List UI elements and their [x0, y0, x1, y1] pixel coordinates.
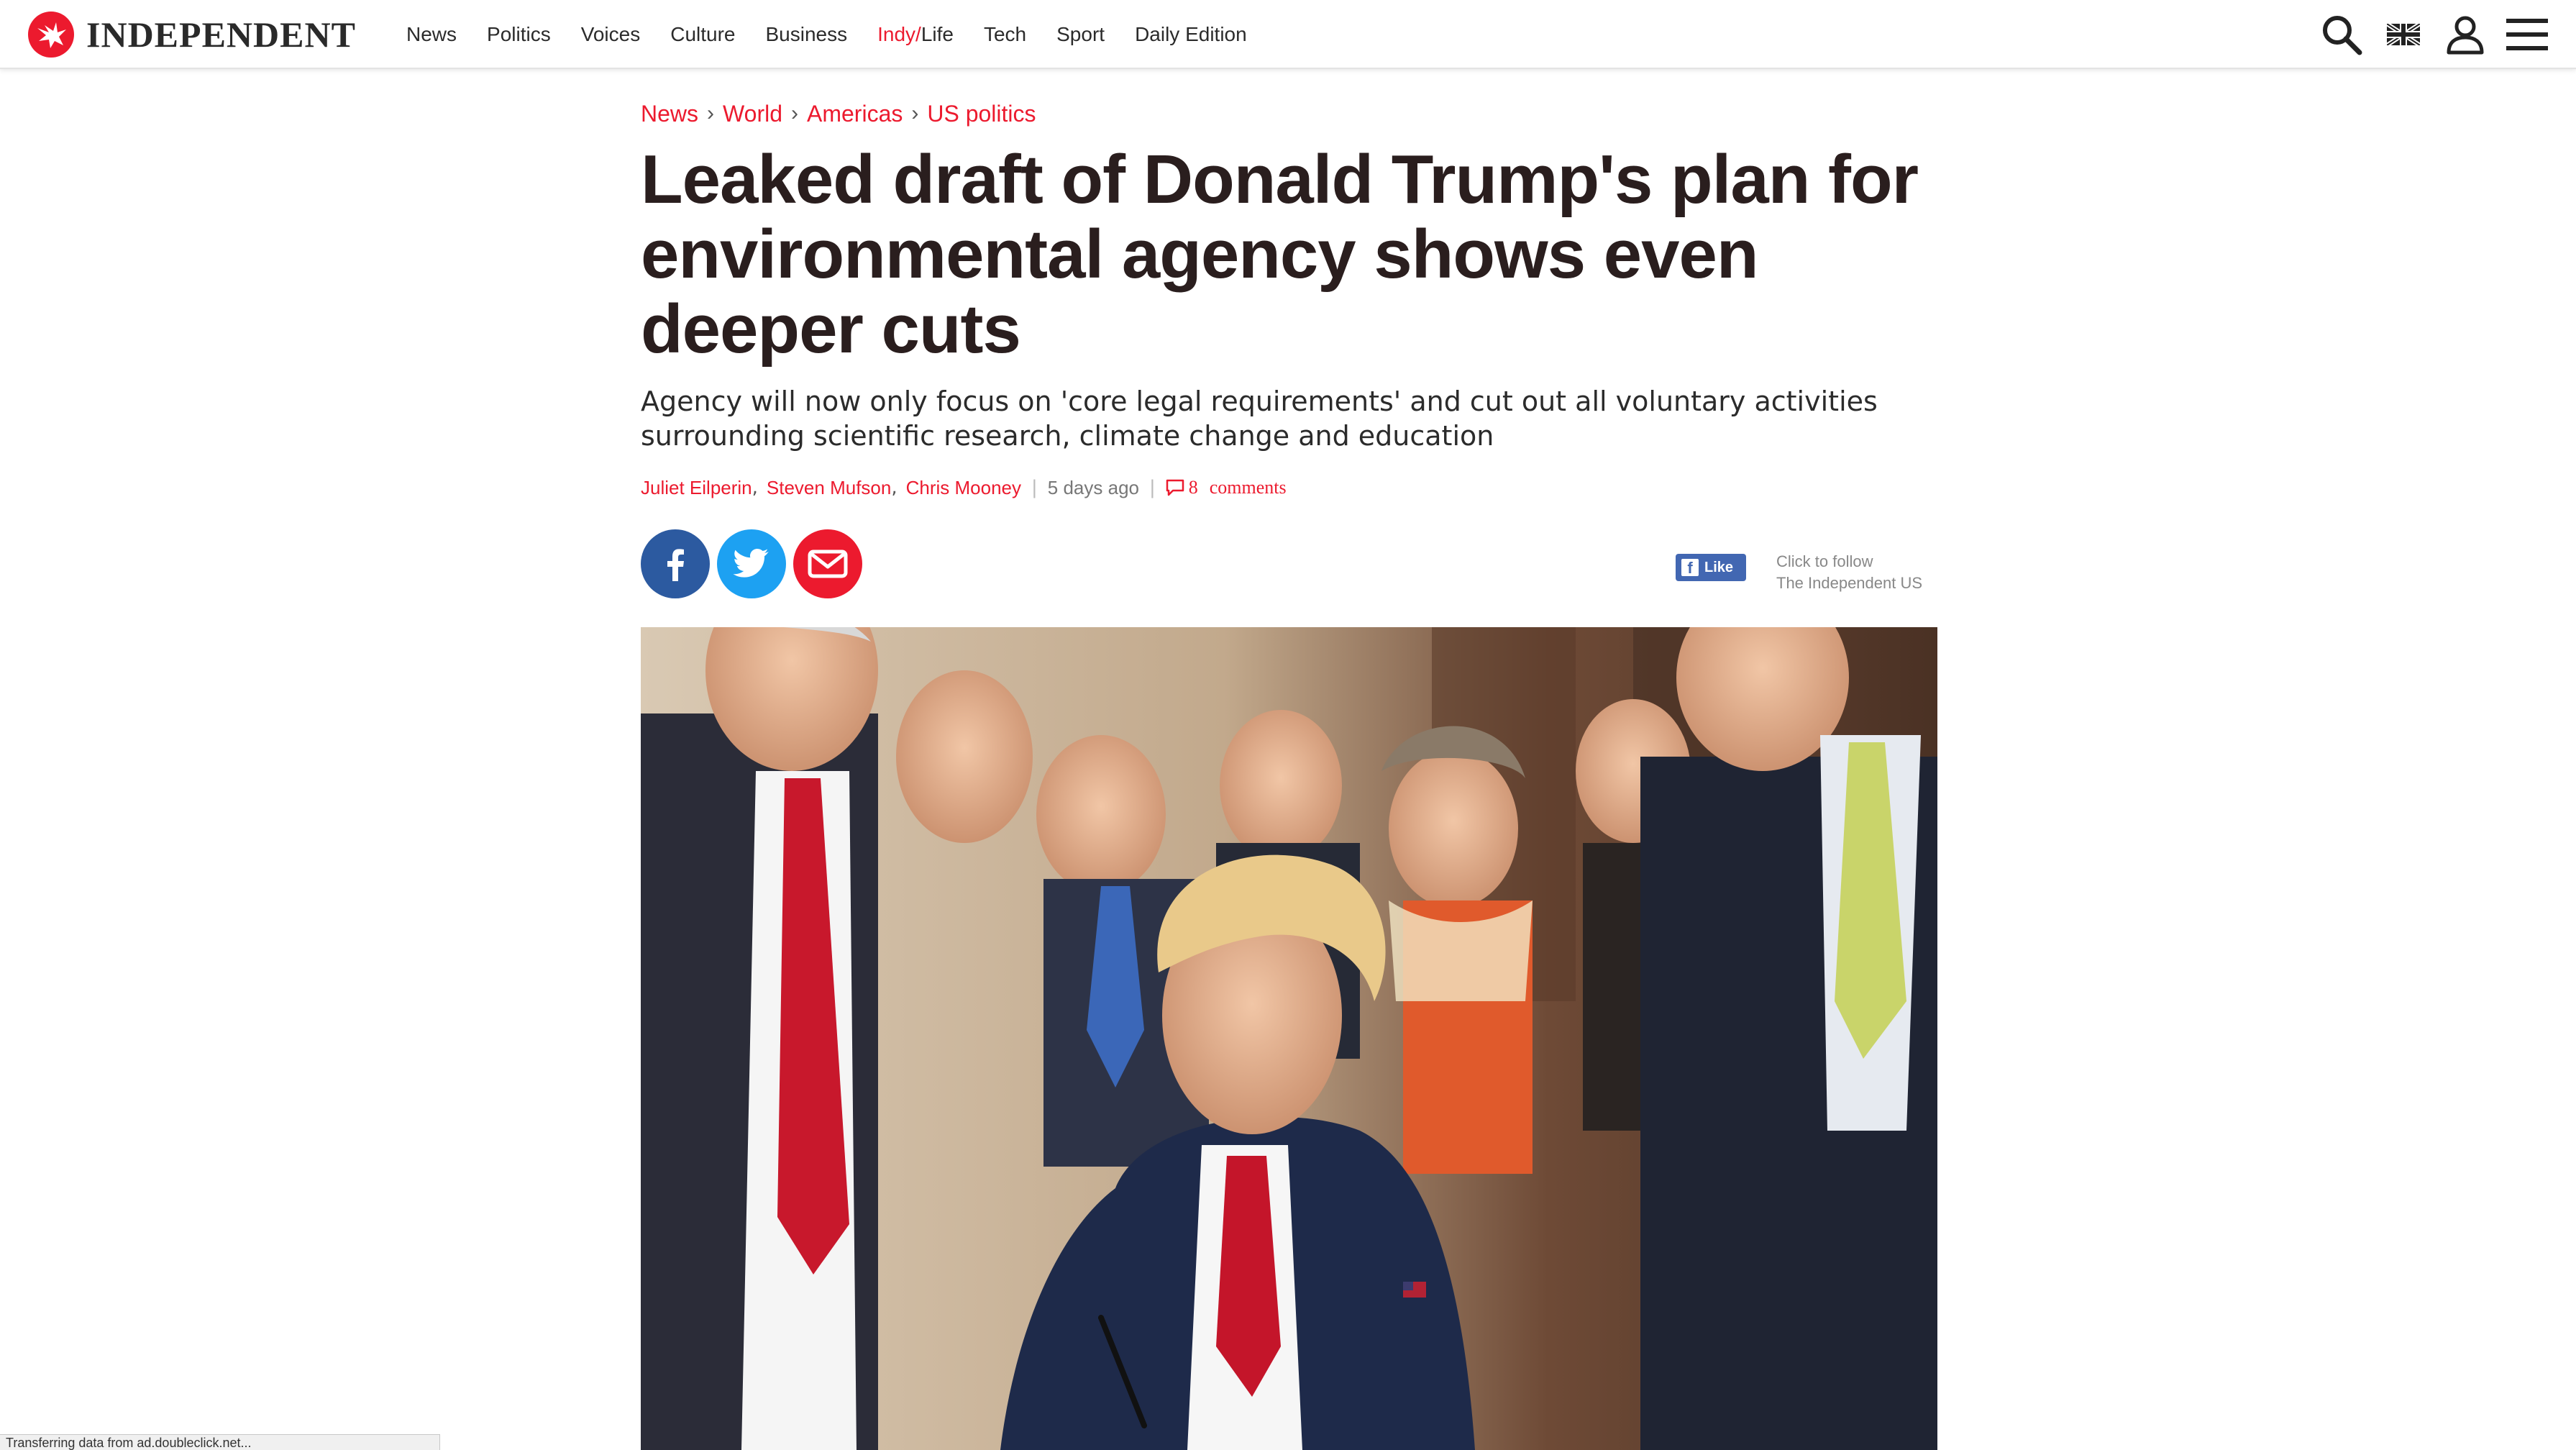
facebook-share-button[interactable] — [641, 529, 710, 598]
meta-divider: | — [1149, 477, 1156, 498]
nav-item-news[interactable]: News — [406, 0, 457, 69]
breadcrumb-news[interactable]: News — [641, 101, 698, 127]
comments-count: 8 — [1188, 477, 1198, 498]
follow-text: Click to follow The Independent US — [1776, 551, 1922, 594]
nav-item-tech[interactable]: Tech — [984, 0, 1026, 69]
nav-item-daily-edition[interactable]: Daily Edition — [1135, 0, 1247, 69]
account-button[interactable] — [2442, 12, 2488, 58]
nav-indy-prefix: Indy/ — [877, 23, 921, 45]
breadcrumb-separator: › — [911, 101, 919, 125]
breadcrumb-americas[interactable]: Americas — [807, 101, 903, 127]
breadcrumb-separator: › — [707, 101, 715, 125]
main-nav: News Politics Voices Culture Business In… — [406, 0, 1277, 69]
browser-status-bar: Transferring data from ad.doubleclick.ne… — [0, 1434, 440, 1450]
follow-line-1: Click to follow — [1776, 552, 1873, 570]
comment-bubble-icon — [1166, 479, 1184, 496]
user-icon — [2447, 16, 2484, 55]
site-logo[interactable]: INDEPENDENT — [27, 11, 356, 58]
nav-item-politics[interactable]: Politics — [487, 0, 551, 69]
envelope-icon — [808, 550, 848, 578]
nav-life-suffix: Life — [921, 23, 954, 45]
nav-item-sport[interactable]: Sport — [1056, 0, 1105, 69]
publish-time: 5 days ago — [1047, 476, 1139, 498]
share-row: f Like Click to follow The Independent U… — [641, 529, 1937, 598]
article-lead-image — [641, 627, 1937, 1450]
header-tools — [2303, 0, 2550, 69]
author-comma: , — [891, 477, 898, 498]
uk-flag-icon — [2387, 24, 2420, 45]
site-header: INDEPENDENT News Politics Voices Culture… — [0, 0, 2576, 69]
nav-item-culture[interactable]: Culture — [670, 0, 735, 69]
search-button[interactable] — [2319, 12, 2365, 58]
search-icon — [2323, 16, 2362, 55]
facebook-f-icon: f — [1681, 559, 1699, 577]
author-link[interactable]: Steven Mufson — [767, 477, 891, 499]
comments-label: comments — [1209, 477, 1287, 498]
like-label: Like — [1704, 559, 1734, 575]
comments-link[interactable]: 8 comments — [1166, 477, 1287, 498]
article: News › World › Americas › US politics Le… — [641, 92, 1937, 598]
nav-item-indy-life[interactable]: Indy/Life — [877, 0, 954, 69]
breadcrumb-us-politics[interactable]: US politics — [927, 101, 1036, 127]
facebook-icon — [667, 549, 684, 581]
edition-button[interactable] — [2380, 12, 2426, 58]
nav-item-business[interactable]: Business — [765, 0, 847, 69]
facebook-like-button[interactable]: f Like — [1676, 554, 1746, 581]
author-link[interactable]: Chris Mooney — [906, 477, 1021, 499]
breadcrumb-world[interactable]: World — [723, 101, 782, 127]
article-headline: Leaked draft of Donald Trump's plan for … — [641, 141, 1919, 368]
follow-line-2: The Independent US — [1776, 574, 1923, 592]
photo-illustration — [641, 627, 1937, 1450]
facebook-follow-widget: f Like Click to follow The Independent U… — [1676, 551, 1922, 594]
breadcrumb-separator: › — [791, 101, 798, 125]
twitter-icon — [733, 549, 769, 578]
menu-icon — [2506, 19, 2548, 50]
article-meta: Juliet Eilperin, Steven Mufson, Chris Mo… — [641, 473, 1937, 502]
menu-button[interactable] — [2504, 12, 2550, 58]
meta-divider: | — [1031, 477, 1038, 498]
article-standfirst: Agency will now only focus on 'core lega… — [641, 386, 1878, 452]
nav-item-voices[interactable]: Voices — [581, 0, 641, 69]
eagle-logo-icon — [28, 12, 74, 58]
email-share-button[interactable] — [793, 529, 862, 598]
author-comma: , — [752, 477, 758, 498]
twitter-share-button[interactable] — [717, 529, 786, 598]
author-link[interactable]: Juliet Eilperin — [641, 477, 752, 499]
breadcrumb: News › World › Americas › US politics — [641, 92, 1937, 135]
site-name: INDEPENDENT — [86, 14, 356, 55]
